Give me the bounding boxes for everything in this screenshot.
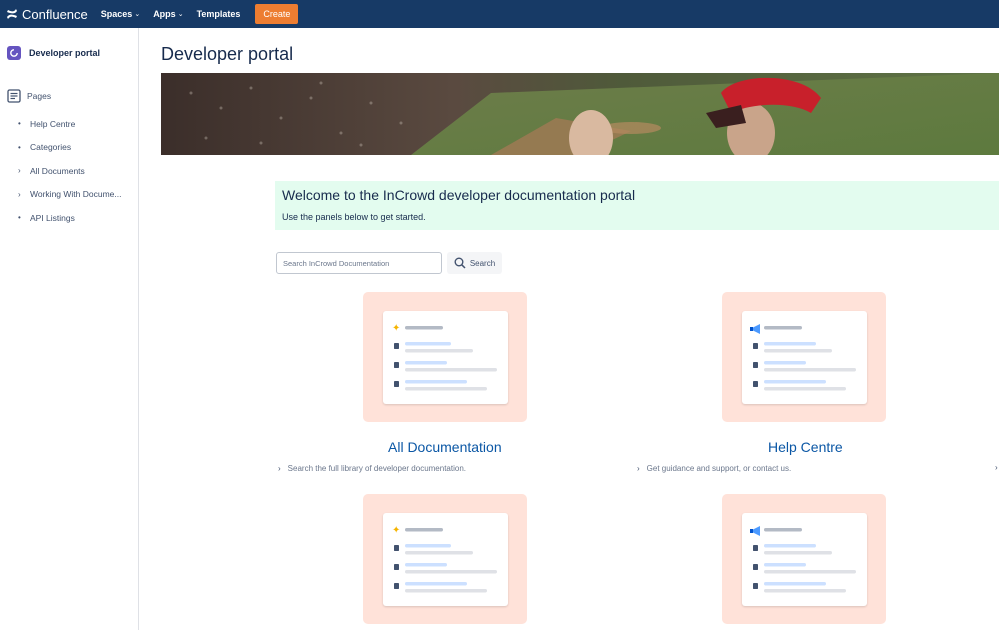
search-placeholder: Search InCrowd Documentation [283, 258, 390, 268]
pages-icon [7, 89, 21, 103]
document-list-illustration: ✦ [392, 323, 497, 391]
nav-apps-label: Apps [153, 9, 176, 19]
tree-item-label: Categories [30, 142, 72, 153]
document-list-illustration [750, 526, 856, 593]
page-tree: • Help Centre • Categories › All Documen… [18, 112, 121, 230]
megaphone-icon [750, 324, 760, 334]
sidebar-item-pages[interactable]: Pages [7, 89, 51, 103]
space-name: Developer portal [29, 48, 101, 58]
page-title: Developer portal [161, 44, 294, 64]
card-description: Search the full library of developer doc… [287, 464, 466, 473]
nav-templates[interactable]: Templates [197, 9, 241, 19]
brand-name: Confluence [22, 6, 88, 22]
search-icon [454, 257, 466, 269]
welcome-subtext: Use the panels below to get started. [282, 212, 426, 222]
card-title-help-centre[interactable]: Help Centre [768, 439, 843, 455]
space-logo-icon [10, 49, 18, 57]
chevron-right-icon[interactable]: › [278, 464, 281, 473]
card-title-all-documentation[interactable]: All Documentation [388, 439, 502, 455]
card-illustration: ✦ [383, 311, 508, 404]
nav-templates-label: Templates [196, 9, 241, 19]
confluence-icon [7, 9, 17, 19]
card-4[interactable] [722, 494, 886, 624]
card-3[interactable]: ✦ [363, 494, 527, 624]
chevron-right-icon[interactable]: › [18, 190, 30, 199]
nav-apps[interactable]: Apps ⌄ [153, 9, 183, 19]
sparkle-icon: ✦ [392, 323, 400, 334]
confluence-logo[interactable]: Confluence [6, 7, 88, 22]
stadium-image [161, 73, 999, 155]
header-banner-image [161, 73, 999, 155]
sparkle-icon: ✦ [392, 525, 400, 536]
search-button[interactable]: Search [447, 252, 502, 274]
card-all-documentation[interactable]: ✦ [363, 292, 527, 422]
chevron-down-icon: ⌄ [134, 11, 141, 18]
sidebar-item-api-listings[interactable]: • API Listings [18, 206, 121, 230]
card-desc-help-centre: › Get guidance and support, or contact u… [637, 464, 791, 473]
card-illustration: ✦ [383, 513, 508, 606]
document-list-illustration: ✦ [392, 525, 497, 593]
card-illustration [742, 311, 867, 404]
chevron-right-icon[interactable]: › [637, 464, 640, 473]
sidebar-item-all-documents[interactable]: › All Documents [18, 159, 121, 183]
chevron-down-icon: ⌄ [177, 11, 184, 18]
bullet-icon: • [18, 213, 21, 223]
tree-item-label: API Listings [30, 212, 75, 223]
search-button-label: Search [469, 258, 496, 268]
bullet-icon: • [18, 142, 21, 152]
bullet-icon: • [18, 119, 21, 129]
sidebar-item-help-centre[interactable]: • Help Centre [18, 112, 121, 136]
create-button[interactable]: Create [255, 4, 299, 24]
card-description: Get guidance and support, or contact us. [646, 464, 792, 473]
document-list-illustration [750, 324, 856, 391]
space-header[interactable]: Developer portal [7, 46, 100, 60]
sidebar: Developer portal Pages • Help Centre • C… [0, 28, 139, 630]
nav-spaces[interactable]: Spaces ⌄ [101, 9, 140, 19]
welcome-heading: Welcome to the InCrowd developer documen… [282, 187, 636, 203]
card-desc-all-documentation: › Search the full library of developer d… [278, 464, 466, 473]
search-input[interactable]: Search InCrowd Documentation [276, 252, 442, 274]
nav-spaces-label: Spaces [100, 9, 133, 19]
sidebar-item-working-with-documents[interactable]: › Working With Docume... [18, 183, 121, 207]
chevron-right-icon[interactable]: › [995, 463, 998, 472]
top-navigation-bar: Confluence Spaces ⌄ Apps ⌄ Templates Creat… [0, 0, 999, 28]
space-avatar [7, 46, 21, 60]
pages-label: Pages [27, 91, 52, 101]
tree-item-label: Help Centre [30, 118, 76, 129]
card-help-centre[interactable] [722, 292, 886, 422]
welcome-panel: Welcome to the InCrowd developer documen… [275, 181, 999, 230]
sidebar-item-categories[interactable]: • Categories [18, 136, 121, 160]
chevron-right-icon[interactable]: › [18, 166, 30, 175]
megaphone-icon [750, 526, 760, 536]
tree-item-label: Working With Docume... [30, 189, 122, 200]
card-illustration [742, 513, 867, 606]
tree-item-label: All Documents [30, 165, 85, 176]
